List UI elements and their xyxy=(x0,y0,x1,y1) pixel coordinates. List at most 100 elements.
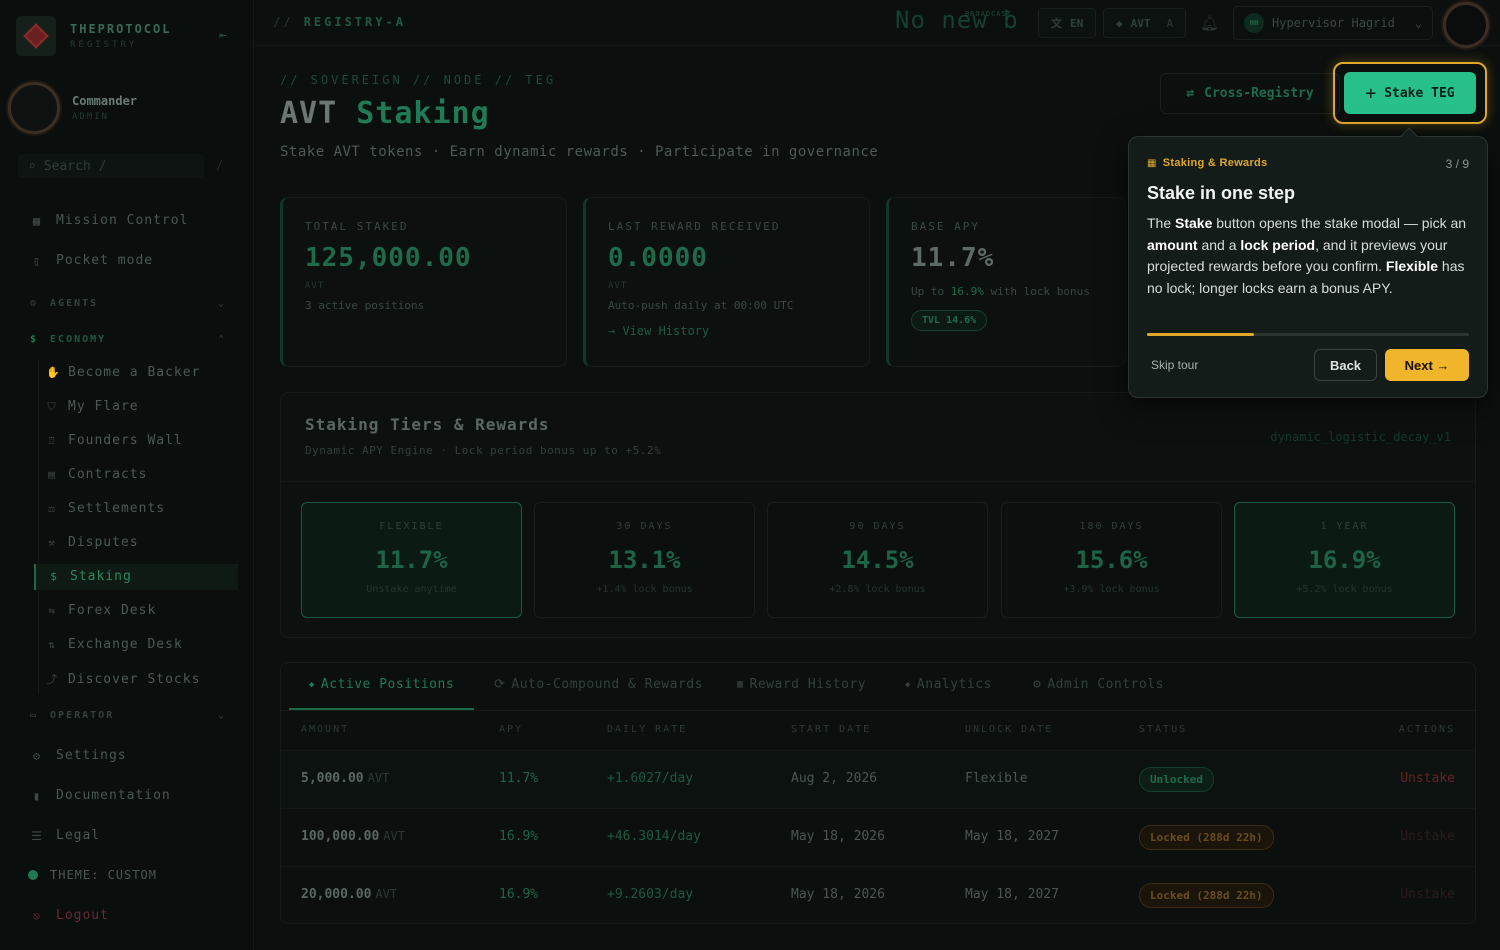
sidebar-item-forex-desk[interactable]: ⇋ Forex Desk xyxy=(46,603,156,618)
tier-card-30-days[interactable]: 30 DAYS 13.1% +1.4% lock bonus xyxy=(534,502,755,618)
nav-group-economy[interactable]: $ ECONOMY ⌃ xyxy=(30,334,226,345)
tab-active-positions[interactable]: ◆ Active Positions xyxy=(309,677,454,692)
tier-card-180-days[interactable]: 180 DAYS 15.6% +3.9% lock bonus xyxy=(1001,502,1222,618)
tour-arrow xyxy=(1400,127,1418,145)
tab-auto-compound[interactable]: ⟳ Auto-Compound & Rewards xyxy=(494,677,703,692)
sidebar-item-settlements[interactable]: ⚖ Settlements xyxy=(46,501,165,516)
dollar-icon: $ xyxy=(30,334,39,345)
unstake-button[interactable]: Unstake xyxy=(1400,887,1455,902)
tier-apy: 13.1% xyxy=(608,546,681,574)
token-button[interactable]: ◆ AVT A xyxy=(1103,8,1187,38)
note-value: 16.9% xyxy=(950,285,984,298)
note-prefix: Up to xyxy=(911,285,945,298)
cell-start-date: May 18, 2026 xyxy=(791,887,885,902)
cell-unlock-date: Flexible xyxy=(965,771,1028,786)
card-note: 3 active positions xyxy=(305,299,425,312)
apy-model-tag: dynamic_logistic_decay_v1 xyxy=(1270,430,1451,444)
sidebar-item-become-a-backer[interactable]: ✋ Become a Backer xyxy=(46,365,200,380)
nav-mission-control[interactable]: ▦ Mission Control xyxy=(30,213,188,228)
sidebar-item-founders-wall[interactable]: ♖ Founders Wall xyxy=(46,433,183,448)
tour-highlight: + Stake TEG xyxy=(1333,62,1487,124)
tier-card-1-year[interactable]: 1 YEAR 16.9% +5.2% lock bonus xyxy=(1234,502,1455,618)
nav-legal[interactable]: ☰ Legal xyxy=(30,828,100,843)
sidebar-item-disputes[interactable]: ⚒ Disputes xyxy=(46,535,139,550)
tab-analytics[interactable]: ◆ Analytics xyxy=(905,677,992,692)
tier-apy: 14.5% xyxy=(841,546,914,574)
sidebar-collapse-icon[interactable]: ⇤ xyxy=(219,28,227,43)
user-profile[interactable]: Commander ADMIN xyxy=(8,82,137,134)
theme-toggle[interactable]: THEME: CUSTOM xyxy=(28,868,157,882)
sidebar-item-label: Become a Backer xyxy=(68,365,201,380)
brand-sub: REGISTRY xyxy=(70,40,138,50)
grid-icon: ▦ xyxy=(32,213,42,228)
sidebar-item-label: Forex Desk xyxy=(68,603,157,618)
broadcast-badge: BROADCAST xyxy=(965,10,1012,18)
topbar: // REGISTRY-A No new b BROADCAST 文 EN ◆ … xyxy=(255,0,1500,48)
page-title-main: AVT xyxy=(280,96,338,131)
column-header-status: STATUS xyxy=(1139,724,1188,735)
view-history-link[interactable]: → View History xyxy=(608,324,847,338)
cell-unlock-date: May 18, 2027 xyxy=(965,887,1059,902)
column-header-unlock-date: UNLOCK DATE xyxy=(965,724,1054,735)
sidebar-item-discover-stocks[interactable]: ⤴ Discover Stocks xyxy=(46,671,200,687)
nav-settings[interactable]: ⚙ Settings xyxy=(30,748,127,763)
nav-documentation[interactable]: ▮ Documentation xyxy=(30,788,171,803)
theme-label: THEME: CUSTOM xyxy=(50,868,157,882)
amount-unit: AVT xyxy=(375,887,398,901)
cell-amount: 100,000.00 AVT xyxy=(301,829,405,844)
cell-daily-rate: +9.2603/day xyxy=(607,887,694,902)
card-label: BASE APY xyxy=(911,220,980,233)
table-row: 5,000.00 AVT 11.7% +1.6027/day Aug 2, 202… xyxy=(281,750,1475,808)
nav-group-agents[interactable]: ⚙ AGENTS ⌄ xyxy=(30,298,226,309)
stake-button[interactable]: + Stake TEG xyxy=(1344,72,1476,114)
search-slash: / xyxy=(98,158,107,174)
tour-progress-bar xyxy=(1147,333,1469,336)
status-badge: Locked (288d 22h) xyxy=(1139,883,1274,908)
positions-panel: ◆ Active Positions ⟳ Auto-Compound & Rew… xyxy=(280,662,1476,924)
tab-admin-controls[interactable]: ⚙ Admin Controls xyxy=(1033,677,1164,692)
server-icon: ▭ xyxy=(30,710,39,721)
tour-text: and a xyxy=(1197,236,1241,253)
theme-dot-icon xyxy=(28,870,38,880)
breadcrumb-prefix: // xyxy=(273,15,294,29)
bell-icon[interactable]: 🔔︎ xyxy=(1200,14,1219,32)
cross-registry-button[interactable]: ⇄ Cross-Registry xyxy=(1160,73,1340,114)
nav-label: Mission Control xyxy=(56,213,189,228)
cell-apy: 16.9% xyxy=(499,887,539,902)
arrows-icon: ⇅ xyxy=(48,638,56,651)
sidebar-item-staking[interactable]: $ Staking xyxy=(34,564,238,590)
language-button[interactable]: 文 EN xyxy=(1038,8,1097,38)
operator-name: Hypervisor Hagrid xyxy=(1272,16,1395,30)
operator-switcher[interactable]: HH Hypervisor Hagrid ⌄ xyxy=(1233,6,1433,40)
search-input[interactable]: ⌕ Search / xyxy=(18,154,204,178)
tier-note: Unstake anytime xyxy=(366,584,457,595)
diamond-icon: ◆ xyxy=(1116,16,1123,30)
document-icon: ▤ xyxy=(48,468,56,481)
gavel-icon: ⚒ xyxy=(48,536,56,549)
nav-logout[interactable]: ⎋ Logout xyxy=(30,908,109,923)
nav-pocket-mode[interactable]: ▯ Pocket mode xyxy=(30,253,153,268)
sidebar-item-label: Contracts xyxy=(68,467,148,482)
brand[interactable]: THEPROTOCOL REGISTRY xyxy=(16,16,171,56)
top-avatar[interactable] xyxy=(1439,2,1491,48)
skip-tour-button[interactable]: Skip tour xyxy=(1151,358,1198,372)
tour-back-button[interactable]: Back xyxy=(1314,349,1377,381)
nav-label: Legal xyxy=(56,828,101,843)
breadcrumb-label: REGISTRY-A xyxy=(303,15,406,29)
nav-group-operator[interactable]: ▭ OPERATOR ⌄ xyxy=(30,710,226,721)
column-header-start-date: START DATE xyxy=(791,724,872,735)
unstake-button[interactable]: Unstake xyxy=(1400,829,1455,844)
tour-next-button[interactable]: Next → xyxy=(1385,349,1469,381)
user-name: Commander xyxy=(72,94,138,108)
status-badge: Locked (288d 22h) xyxy=(1139,825,1274,850)
sidebar-item-my-flare[interactable]: ⛉ My Flare xyxy=(46,399,139,414)
sidebar-item-exchange-desk[interactable]: ⇅ Exchange Desk xyxy=(46,637,183,652)
tab-reward-history[interactable]: ▦ Reward History xyxy=(737,677,866,692)
sidebar-item-contracts[interactable]: ▤ Contracts xyxy=(46,467,147,482)
unstake-button[interactable]: Unstake xyxy=(1400,771,1455,786)
tier-card-90-days[interactable]: 90 DAYS 14.5% +2.8% lock bonus xyxy=(767,502,988,618)
tier-card-flexible[interactable]: FLEXIBLE 11.7% Unstake anytime xyxy=(301,502,522,618)
brand-logo xyxy=(16,16,56,56)
cell-unlock-date: May 18, 2027 xyxy=(965,829,1059,844)
card-label: TOTAL STAKED xyxy=(305,220,409,233)
